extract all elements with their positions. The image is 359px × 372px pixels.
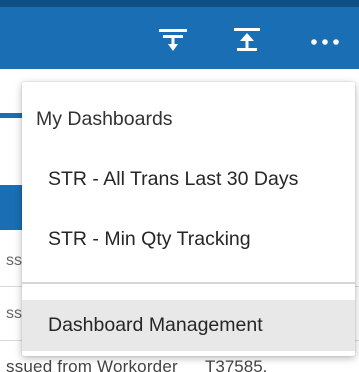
background-blue-block xyxy=(0,185,24,230)
menu-divider xyxy=(22,282,355,284)
menu-section-header: My Dashboards xyxy=(36,108,173,130)
background-accent xyxy=(0,113,24,118)
app: ss ss ssued from Workorder T37585. My Da… xyxy=(0,0,359,372)
background-text: ss xyxy=(6,305,22,322)
dashboards-dropdown-menu: My Dashboards STR - All Trans Last 30 Da… xyxy=(22,82,355,356)
more-icon[interactable] xyxy=(306,25,344,55)
menu-item-dashboard-management[interactable]: Dashboard Management xyxy=(22,300,355,351)
filter-down-icon[interactable] xyxy=(156,25,190,55)
background-row-text: ssued from Workorder xyxy=(6,357,178,372)
menu-item-label: Dashboard Management xyxy=(48,314,263,336)
background-text: ss xyxy=(6,252,22,269)
menu-item-str-min-qty[interactable]: STR - Min Qty Tracking xyxy=(22,214,355,264)
menu-item-str-all-trans[interactable]: STR - All Trans Last 30 Days xyxy=(22,154,355,204)
menu-item-label: STR - Min Qty Tracking xyxy=(48,227,251,250)
background-row-text: T37585. xyxy=(205,357,268,372)
upload-icon[interactable] xyxy=(230,25,264,55)
menu-item-label: STR - All Trans Last 30 Days xyxy=(48,167,299,190)
top-strip xyxy=(0,0,359,7)
